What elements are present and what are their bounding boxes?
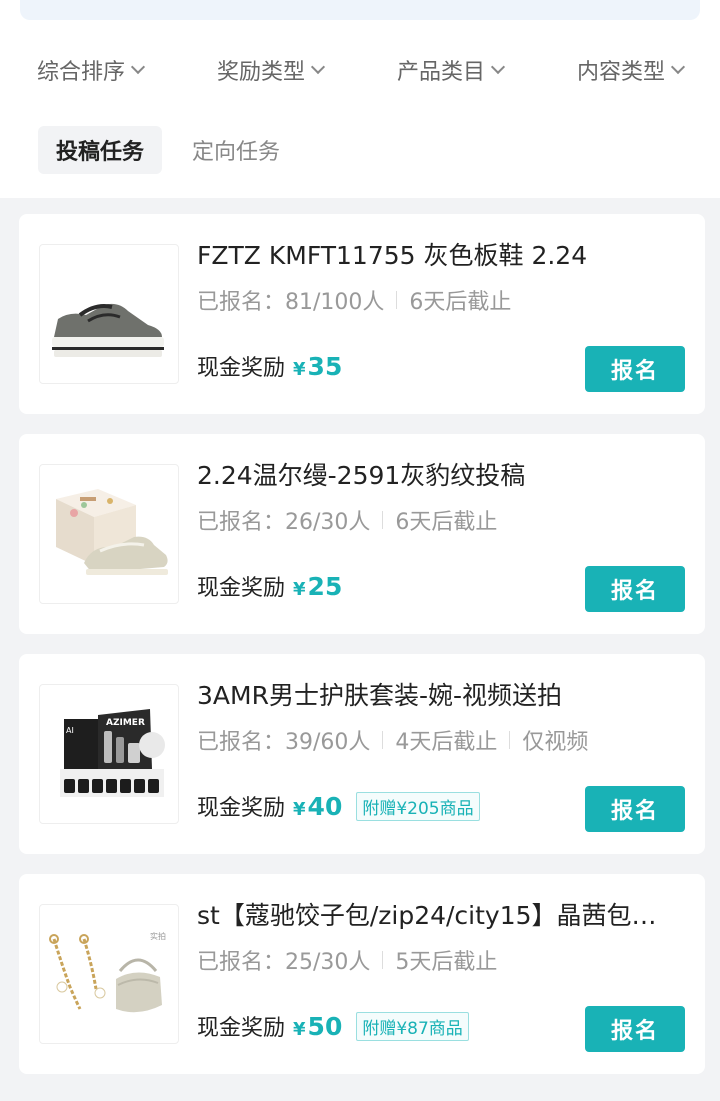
signup-button[interactable]: 报名 [585, 566, 685, 612]
reward-amount: ¥ 40 [293, 792, 342, 821]
task-title: 3AMR男士护肤套装-婉-视频送拍 [197, 681, 562, 710]
content-type-tag: 仅视频 [522, 730, 589, 755]
deadline: 6天后截止 [395, 510, 498, 535]
divider [509, 731, 511, 749]
deadline: 5天后截止 [395, 950, 498, 975]
chevron-down-icon [670, 59, 686, 75]
reward-row: 现金奖励 ¥ 50 附赠¥87商品 [197, 1010, 469, 1042]
filter-reward-type[interactable]: 奖励类型 [216, 54, 326, 86]
currency-symbol: ¥ [293, 578, 306, 600]
deadline: 6天后截止 [409, 290, 512, 315]
filter-content-type[interactable]: 内容类型 [576, 54, 686, 86]
thumb-label-text: 实拍 [150, 931, 166, 941]
currency-symbol: ¥ [293, 358, 306, 380]
task-meta: 已报名：25/30人 5天后截止 [197, 944, 497, 976]
divider [382, 731, 384, 749]
reward-row: 现金奖励 ¥ 25 [197, 570, 342, 602]
task-title: FZTZ KMFT11755 灰色板鞋 2.24 [197, 241, 588, 270]
svg-text:AI: AI [66, 726, 74, 735]
search-bar-remnant[interactable] [20, 0, 700, 20]
filter-sort[interactable]: 综合排序 [36, 54, 146, 86]
filter-panel: 综合排序 奖励类型 产品类目 内容类型 投稿任务 定向任务 [0, 22, 720, 198]
registered-count: 已报名：81/100人 [197, 290, 385, 315]
amount-value: 25 [307, 571, 343, 601]
bonus-badge: 附赠¥205商品 [356, 791, 480, 821]
registered-count: 已报名：25/30人 [197, 950, 371, 975]
filter-content-type-label: 内容类型 [576, 60, 665, 85]
signup-button[interactable]: 报名 [585, 786, 685, 832]
chevron-down-icon [490, 59, 506, 75]
bonus-badge: 附赠¥87商品 [356, 1011, 469, 1041]
task-meta: 已报名：39/60人 4天后截止 仅视频 [197, 724, 588, 756]
reward-amount: ¥ 50 [293, 1012, 342, 1041]
skincare-brand-text: AZIMER [106, 718, 145, 728]
registered-count: 已报名：26/30人 [197, 510, 371, 535]
reward-row: 现金奖励 ¥ 40 附赠¥205商品 [197, 790, 480, 822]
product-image-skincare-set: AI AZIMER [39, 684, 179, 824]
tab-submission-tasks[interactable]: 投稿任务 [38, 126, 163, 174]
amount-value: 35 [307, 351, 343, 381]
task-card[interactable]: 实拍 st【蔻驰饺子包/zip24/city15】晶茜包… 已报名：25/30人… [19, 874, 705, 1074]
reward-amount: ¥ 25 [293, 572, 342, 601]
filter-sort-label: 综合排序 [36, 60, 125, 85]
reward-label: 现金奖励 [197, 576, 286, 601]
product-image-sneaker-box [39, 464, 179, 604]
task-meta: 已报名：81/100人 6天后截止 [197, 284, 511, 316]
signup-button[interactable]: 报名 [585, 346, 685, 392]
reward-label: 现金奖励 [197, 796, 286, 821]
currency-symbol: ¥ [293, 1018, 306, 1040]
reward-label: 现金奖励 [197, 1016, 286, 1041]
task-meta: 已报名：26/30人 6天后截止 [197, 504, 497, 536]
currency-symbol: ¥ [293, 798, 306, 820]
deadline: 4天后截止 [395, 730, 498, 755]
divider [382, 951, 384, 969]
product-image-handbag: 实拍 [39, 904, 179, 1044]
task-tabs: 投稿任务 定向任务 [38, 126, 298, 174]
amount-value: 50 [307, 1011, 343, 1041]
task-card[interactable]: FZTZ KMFT11755 灰色板鞋 2.24 已报名：81/100人 6天后… [19, 214, 705, 414]
registered-count: 已报名：39/60人 [197, 730, 371, 755]
reward-row: 现金奖励 ¥ 35 [197, 350, 342, 382]
amount-value: 40 [307, 791, 343, 821]
task-title: st【蔻驰饺子包/zip24/city15】晶茜包… [197, 901, 657, 930]
task-card[interactable]: AI AZIMER 3AMR男士护肤套装-婉-视频送拍 已报名：39/60人 4… [19, 654, 705, 854]
filter-reward-type-label: 奖励类型 [216, 60, 305, 85]
chevron-down-icon [310, 59, 326, 75]
reward-amount: ¥ 35 [293, 352, 342, 381]
signup-button[interactable]: 报名 [585, 1006, 685, 1052]
divider [396, 291, 398, 309]
filter-product-category[interactable]: 产品类目 [396, 54, 506, 86]
tab-directed-tasks[interactable]: 定向任务 [186, 126, 298, 174]
top-strip [0, 0, 720, 22]
task-title: 2.24温尔缦-2591灰豹纹投稿 [197, 461, 526, 490]
filter-bar: 综合排序 奖励类型 产品类目 内容类型 [0, 46, 720, 94]
chevron-down-icon [130, 59, 146, 75]
reward-label: 现金奖励 [197, 356, 286, 381]
filter-product-category-label: 产品类目 [396, 60, 485, 85]
product-image-sneaker [39, 244, 179, 384]
divider [382, 511, 384, 529]
task-card[interactable]: 2.24温尔缦-2591灰豹纹投稿 已报名：26/30人 6天后截止 现金奖励 … [19, 434, 705, 634]
